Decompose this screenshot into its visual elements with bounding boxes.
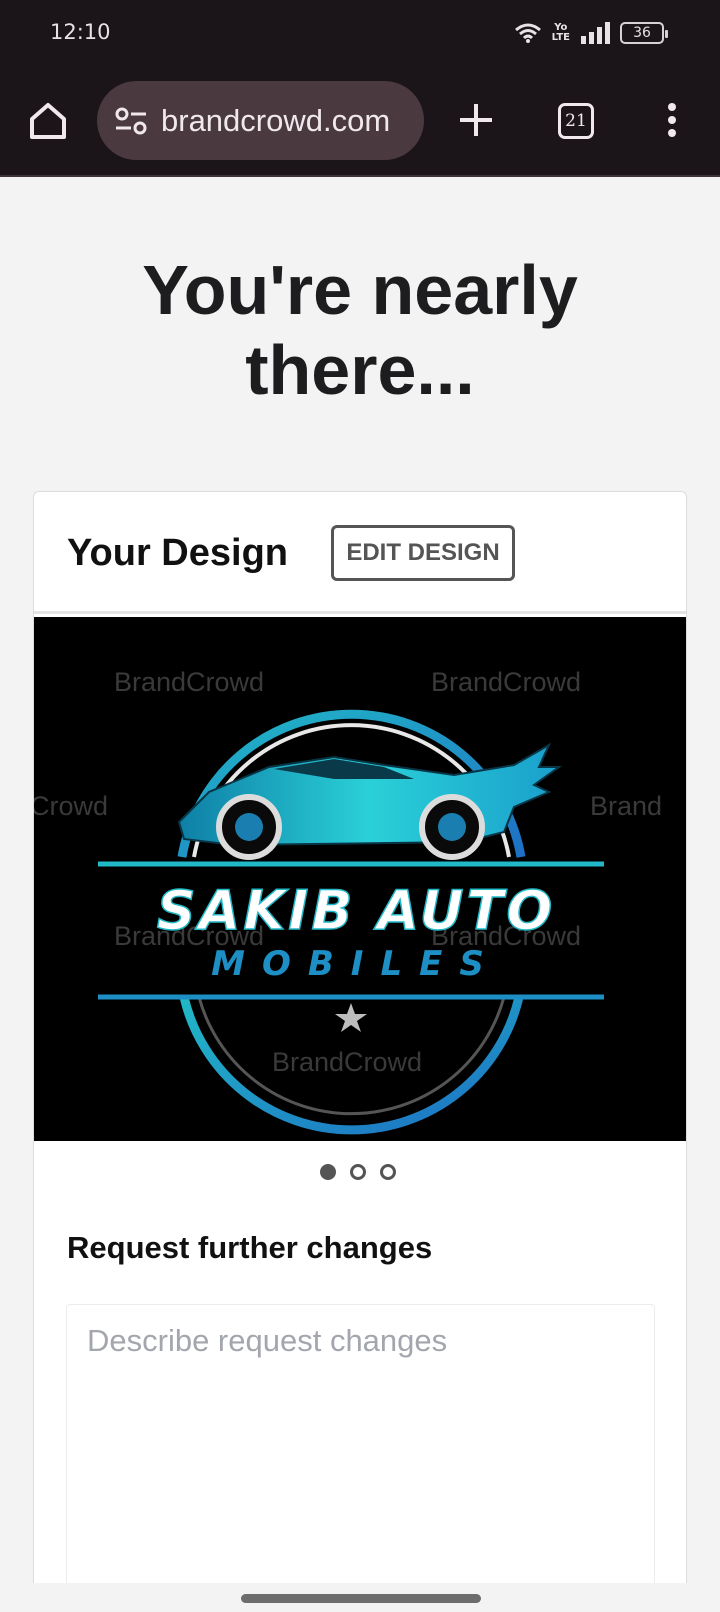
wifi-icon xyxy=(514,23,541,43)
carousel-dot[interactable] xyxy=(320,1164,336,1180)
site-settings-icon[interactable] xyxy=(113,106,149,136)
carousel-dot[interactable] xyxy=(350,1164,366,1180)
url-text[interactable]: brandcrowd.com xyxy=(161,103,390,139)
volte-bottom: LTE xyxy=(551,32,570,43)
card-title: Your Design xyxy=(67,532,288,574)
card-header: Your Design EDIT DESIGN xyxy=(34,492,686,614)
status-icons: Yo LTE 36 xyxy=(514,20,668,46)
volte-indicator: Yo LTE xyxy=(552,23,570,43)
more-options-icon[interactable] xyxy=(660,100,684,140)
gesture-handle[interactable] xyxy=(241,1594,481,1603)
carousel-dot[interactable] xyxy=(380,1164,396,1180)
browser-chrome: 12:10 Yo LTE 36 brandcrowd.com 21 xyxy=(0,0,720,177)
edit-design-button[interactable]: EDIT DESIGN xyxy=(331,525,515,581)
signal-icon xyxy=(581,22,610,44)
request-changes-label: Request further changes xyxy=(67,1230,433,1265)
new-tab-icon[interactable] xyxy=(456,100,496,140)
logo-graphic: SAKIB AUTO MOBILES xyxy=(98,709,604,1135)
address-bar[interactable]: brandcrowd.com xyxy=(97,81,424,160)
design-card: Your Design EDIT DESIGN BrandCrowd Brand… xyxy=(33,491,687,1612)
status-time: 12:10 xyxy=(50,20,111,44)
carousel-dots xyxy=(320,1164,396,1180)
battery-icon: 36 xyxy=(620,22,668,44)
request-changes-textarea[interactable] xyxy=(66,1304,655,1612)
page-title: You're nearly there... xyxy=(142,251,578,409)
star-icon xyxy=(335,1003,367,1032)
logo-line-1: SAKIB AUTO xyxy=(157,879,556,942)
tab-switcher-button[interactable]: 21 xyxy=(558,103,594,139)
design-preview-image[interactable]: BrandCrowd BrandCrowd Crowd Brand BrandC… xyxy=(34,617,686,1141)
logo-line-2: MOBILES xyxy=(211,944,501,984)
home-icon[interactable] xyxy=(26,99,70,143)
